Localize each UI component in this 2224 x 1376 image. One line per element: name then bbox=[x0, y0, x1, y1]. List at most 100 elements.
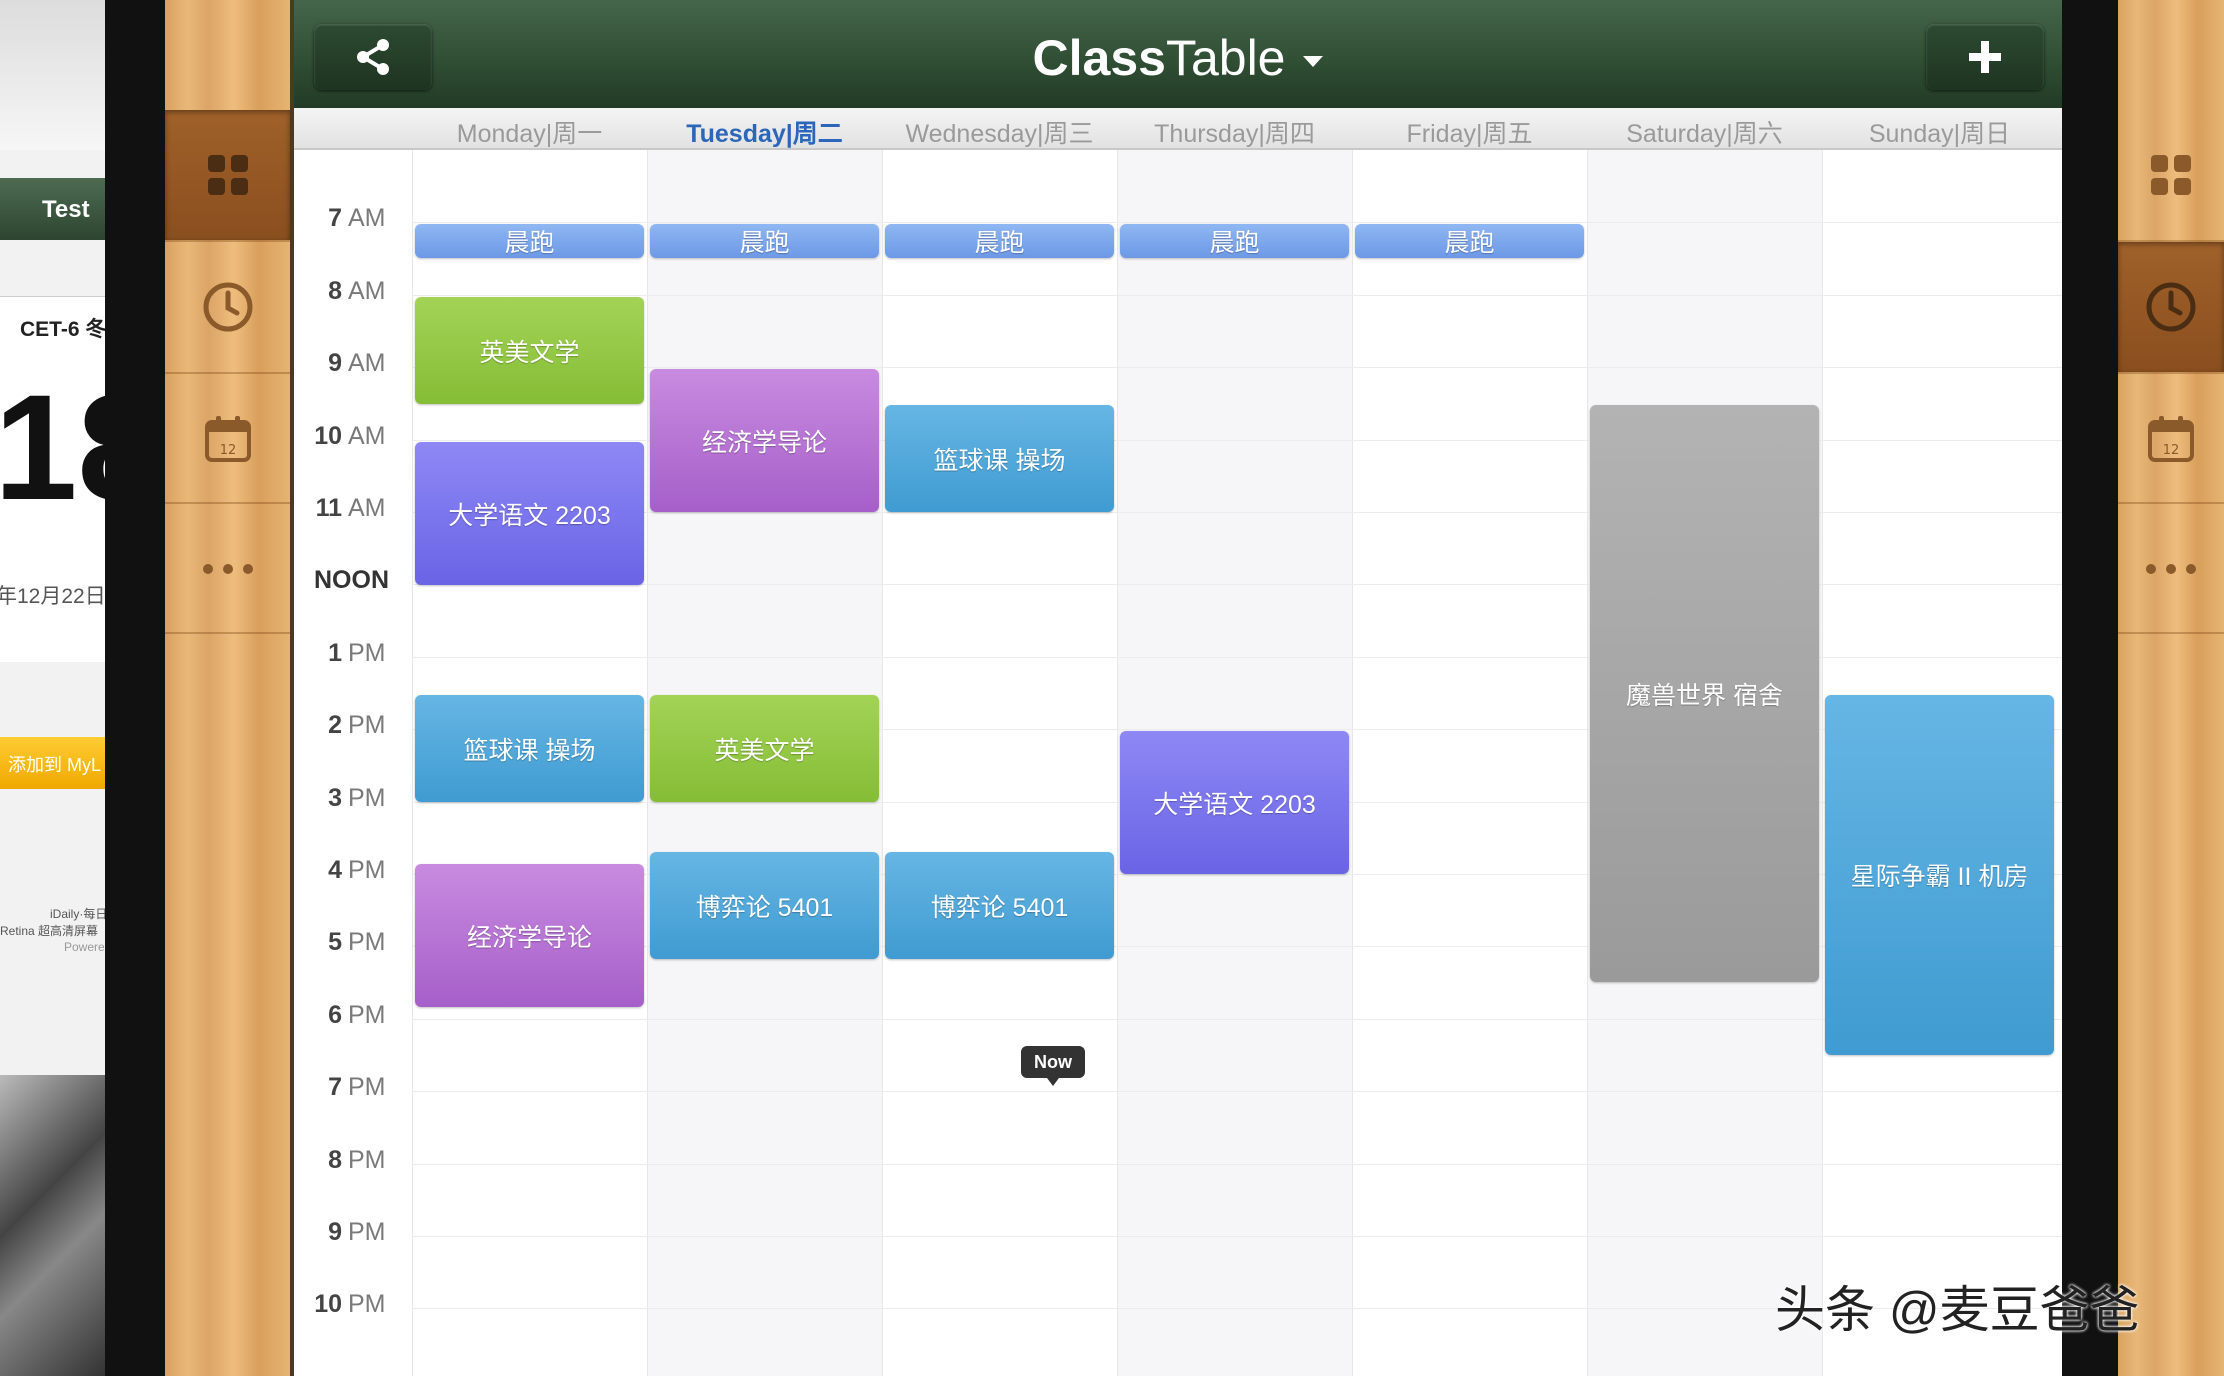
preview-footer-line1: iDaily·每日 bbox=[50, 907, 105, 921]
calendar-icon: 12 bbox=[2148, 416, 2194, 462]
time-label: 4 PM bbox=[314, 856, 396, 885]
time-label-suffix: AM bbox=[348, 494, 386, 522]
calendar-view-button[interactable]: 12 bbox=[165, 374, 290, 504]
preview-date: 年12月22日 bbox=[0, 585, 105, 608]
calendar-view-button-2[interactable]: 12 bbox=[2118, 374, 2224, 504]
time-label-hour: 11 bbox=[315, 494, 342, 522]
time-label: 7 AM bbox=[314, 204, 396, 233]
time-label-suffix: PM bbox=[348, 1146, 386, 1174]
time-label-hour: 9 bbox=[328, 349, 342, 377]
class-event[interactable]: 篮球课 操场 bbox=[885, 405, 1114, 512]
day-header: Sunday|周日 bbox=[1868, 120, 2011, 148]
day-column[interactable] bbox=[882, 150, 1117, 1376]
time-label-hour: 3 bbox=[328, 784, 342, 812]
preview-add-banner: 添加到 MyL bbox=[0, 737, 105, 789]
clock-view-button-2[interactable] bbox=[2118, 242, 2224, 372]
more-button-2[interactable] bbox=[2118, 504, 2224, 634]
right-sidebar-preview: 12 bbox=[2118, 0, 2224, 1376]
grid-view-button-2[interactable] bbox=[2118, 110, 2224, 240]
hour-gridline bbox=[412, 367, 2062, 368]
day-header: Saturday|周六 bbox=[1626, 120, 1783, 148]
more-icon bbox=[2146, 564, 2196, 574]
time-label-suffix: PM bbox=[348, 1218, 386, 1246]
class-event[interactable]: 英美文学 bbox=[415, 297, 644, 404]
preview-card-title: CET-6 冬 bbox=[20, 318, 105, 341]
preview-tab-label: Test bbox=[42, 196, 90, 223]
day-header-row: Monday|周一 Tuesday|周二 Wednesday|周三 Thursday|… bbox=[294, 108, 2062, 150]
app-title-dropdown[interactable]: ClassTable bbox=[294, 28, 2062, 88]
calendar-icon: 12 bbox=[204, 416, 251, 462]
more-button[interactable] bbox=[165, 504, 290, 634]
time-label: 6 PM bbox=[314, 1001, 396, 1030]
class-event[interactable]: 大学语文 2203 bbox=[1120, 731, 1349, 874]
preview-countdown-number: 18 bbox=[0, 363, 105, 531]
time-label-suffix: PM bbox=[348, 639, 386, 667]
class-event[interactable]: 魔兽世界 宿舍 bbox=[1590, 405, 1819, 982]
time-label-hour: 8 bbox=[328, 277, 342, 305]
class-event[interactable]: 晨跑 bbox=[415, 224, 644, 258]
clock-icon bbox=[203, 282, 252, 332]
class-event[interactable]: 大学语文 2203 bbox=[415, 442, 644, 585]
class-event[interactable]: 经济学导论 bbox=[650, 369, 879, 512]
time-label: NOON bbox=[314, 566, 396, 595]
grid-view-button[interactable] bbox=[165, 110, 290, 240]
time-label: 2 PM bbox=[314, 711, 396, 740]
class-event[interactable]: 晨跑 bbox=[650, 224, 879, 258]
time-label: 8 AM bbox=[314, 277, 396, 306]
time-label-hour: 5 bbox=[328, 928, 342, 956]
time-label-hour: 7 bbox=[328, 1073, 342, 1101]
time-label-hour: 10 bbox=[314, 422, 342, 450]
time-label-hour: 4 bbox=[328, 856, 342, 884]
class-event[interactable]: 经济学导论 bbox=[415, 864, 644, 1007]
time-label-suffix: AM bbox=[348, 349, 386, 377]
class-event[interactable]: 篮球课 操场 bbox=[415, 695, 644, 802]
class-event[interactable]: 博弈论 5401 bbox=[885, 852, 1114, 959]
time-label-suffix: AM bbox=[348, 277, 386, 305]
time-label-suffix: AM bbox=[348, 204, 386, 232]
class-event[interactable]: 晨跑 bbox=[885, 224, 1114, 258]
day-header: Wednesday|周三 bbox=[905, 120, 1094, 148]
class-event[interactable]: 晨跑 bbox=[1120, 224, 1349, 258]
time-label: 9 AM bbox=[314, 349, 396, 378]
plus-icon bbox=[1969, 41, 2001, 73]
grid-icon bbox=[2151, 155, 2191, 195]
watermark: 头条 @麦豆爸爸 bbox=[1775, 1282, 2140, 1338]
class-event[interactable]: 博弈论 5401 bbox=[650, 852, 879, 959]
dropdown-caret-icon bbox=[1303, 56, 1324, 68]
day-header: Monday|周一 bbox=[456, 120, 603, 148]
class-event[interactable]: 晨跑 bbox=[1355, 224, 1584, 258]
time-label-suffix: PM bbox=[348, 784, 386, 812]
title-bold: Class bbox=[1032, 30, 1166, 86]
time-label: 7 PM bbox=[314, 1073, 396, 1102]
timetable-grid: 7 AM 8 AM 9 AM 10 AM 11 AM NOON 1 PM 2 PM 3 PM 4 PM 5 PM 6 PM 7… bbox=[294, 150, 2062, 1376]
time-label-suffix: PM bbox=[348, 928, 386, 956]
time-label-suffix: PM bbox=[348, 1073, 386, 1101]
time-label: 11 AM bbox=[314, 494, 396, 523]
time-label-suffix: AM bbox=[348, 422, 386, 450]
preview-footer-line2: Retina 超高清屏幕 bbox=[0, 924, 99, 938]
background-app-preview[interactable]: Test CET-6 冬 18 年12月22日 添加到 MyL iDaily·每… bbox=[0, 0, 105, 1376]
time-label: 1 PM bbox=[314, 639, 396, 668]
time-label-hour: 8 bbox=[328, 1146, 342, 1174]
time-label: 5 PM bbox=[314, 928, 396, 957]
time-label-hour: 7 bbox=[328, 204, 342, 232]
svg-text:12: 12 bbox=[219, 443, 236, 458]
class-event[interactable]: 英美文学 bbox=[650, 695, 879, 802]
day-column[interactable] bbox=[1352, 150, 1587, 1376]
time-label-suffix: PM bbox=[348, 856, 386, 884]
preview-tab-bar: Test bbox=[0, 178, 105, 240]
hour-gridline bbox=[412, 1164, 2062, 1165]
hour-gridline bbox=[412, 1091, 2062, 1092]
clock-view-button[interactable] bbox=[165, 242, 290, 372]
clock-icon bbox=[2146, 282, 2196, 332]
classtable-app: ClassTable Monday|周一 Tuesday|周二 Wednesday|… bbox=[290, 0, 2062, 1376]
time-label: 3 PM bbox=[314, 784, 396, 813]
time-label-hour: 9 bbox=[328, 1218, 342, 1246]
time-label-suffix: PM bbox=[348, 1290, 386, 1318]
time-label-suffix: NOON bbox=[314, 566, 389, 594]
class-event[interactable]: 星际争霸 II 机房 bbox=[1825, 695, 2054, 1055]
add-button[interactable] bbox=[1926, 24, 2044, 90]
grid-icon bbox=[207, 155, 248, 195]
time-label-hour: 10 bbox=[314, 1290, 342, 1318]
time-label-suffix: PM bbox=[348, 1001, 386, 1029]
